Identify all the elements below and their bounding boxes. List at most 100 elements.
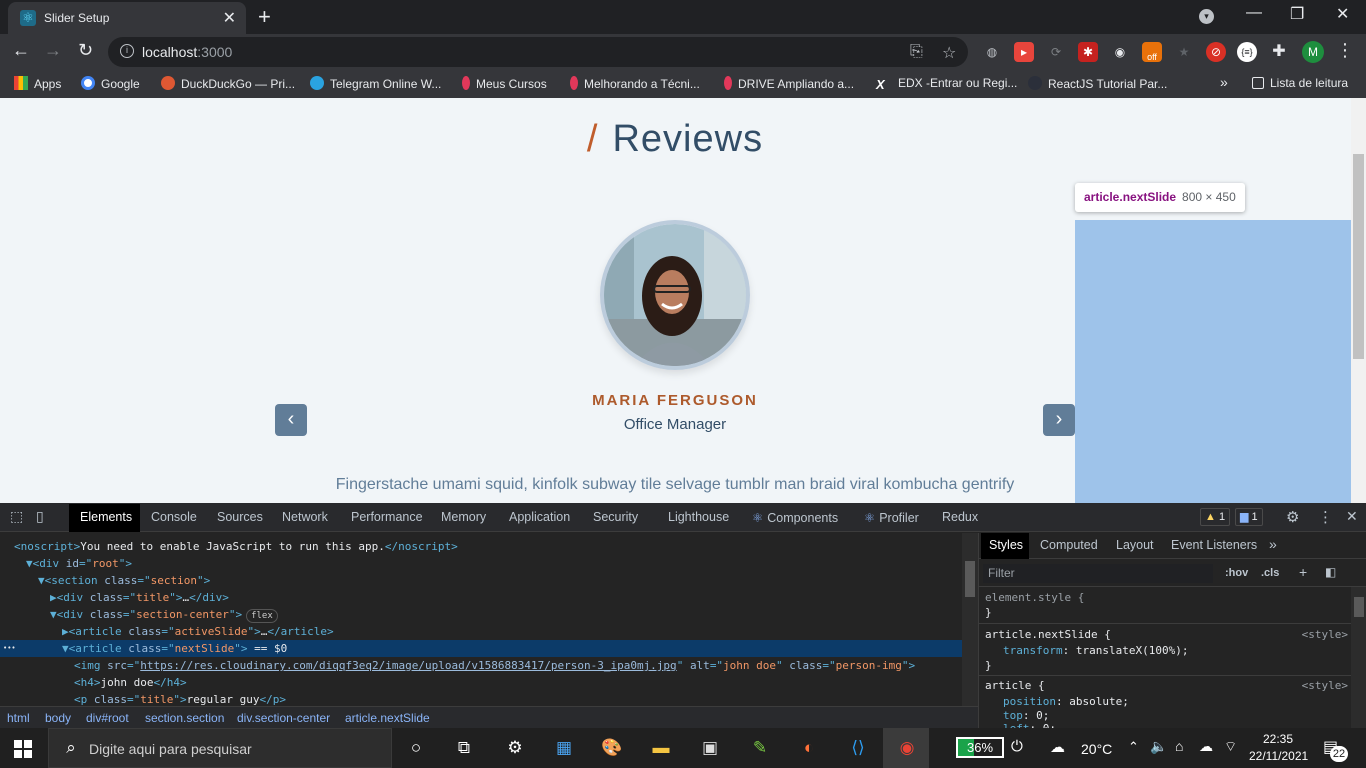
url-text[interactable]: localhost:3000: [142, 44, 232, 60]
style-declaration[interactable]: position: absolute;: [1003, 695, 1129, 708]
breadcrumb-root[interactable]: div#root: [86, 711, 129, 725]
scrollbar-thumb[interactable]: [965, 561, 975, 597]
tab-lighthouse[interactable]: Lighthouse: [668, 510, 729, 524]
bookmark-drive[interactable]: DRIVE Ampliando a...: [724, 76, 854, 91]
scrollbar-thumb[interactable]: [1353, 154, 1364, 359]
dom-node[interactable]: <p class="title">regular guy</p>: [0, 691, 962, 706]
breadcrumb-next-slide[interactable]: article.nextSlide: [345, 711, 430, 725]
vscode-icon[interactable]: ⟨⟩: [846, 736, 870, 760]
tab-search-icon[interactable]: ▾: [1199, 9, 1214, 24]
style-declaration[interactable]: top: 0;: [1003, 709, 1049, 722]
extension-off-icon[interactable]: off: [1142, 42, 1162, 62]
reload-button[interactable]: ↻: [78, 40, 93, 61]
firefox-icon[interactable]: ◐: [797, 736, 821, 760]
tab-event-listeners[interactable]: Event Listeners: [1171, 538, 1257, 552]
extension-puzzle-red-icon[interactable]: ✱: [1078, 42, 1098, 62]
extension-json-icon[interactable]: {≡}: [1237, 42, 1257, 62]
profile-avatar[interactable]: M: [1302, 41, 1324, 63]
onedrive-icon[interactable]: ☁: [1199, 738, 1213, 755]
bookmark-duckduckgo[interactable]: DuckDuckGo — Pri...: [161, 76, 295, 91]
extension-faded-icon[interactable]: ★: [1174, 42, 1194, 62]
scrollbar-thumb[interactable]: [1354, 597, 1364, 617]
tab-performance[interactable]: Performance: [351, 510, 423, 524]
devtools-menu-icon[interactable]: ⋮: [1318, 508, 1333, 526]
tab-profiler[interactable]: ⚛ Profiler: [864, 510, 919, 525]
settings-icon[interactable]: ⚙: [503, 736, 527, 760]
next-slide-button[interactable]: ›: [1043, 404, 1075, 436]
reading-list-button[interactable]: Lista de leitura: [1252, 76, 1348, 90]
style-rule-source[interactable]: <style>: [1302, 628, 1348, 641]
dom-node[interactable]: ▶<div class="title">…</div>: [0, 589, 962, 606]
bookmark-google[interactable]: Google: [81, 76, 140, 91]
new-rule-icon[interactable]: +: [1299, 564, 1307, 580]
site-info-icon[interactable]: i: [120, 44, 134, 58]
dom-tree-scrollbar[interactable]: [962, 533, 978, 706]
more-tabs-icon[interactable]: »: [1269, 536, 1277, 552]
clock-time[interactable]: 22:35: [1263, 732, 1293, 746]
windows-start-icon[interactable]: [14, 740, 32, 758]
dom-node[interactable]: ▼<section class="section">: [0, 572, 962, 589]
close-window-button[interactable]: ✕: [1336, 4, 1349, 24]
style-declaration[interactable]: transform: translateX(100%);: [1003, 644, 1188, 657]
network-icon[interactable]: ⌂: [1175, 738, 1183, 754]
messages-badge[interactable]: ▆ 1: [1235, 508, 1263, 526]
tab-sources[interactable]: Sources: [217, 510, 263, 524]
file-explorer-icon[interactable]: ▬: [649, 736, 673, 760]
style-rule-source[interactable]: <style>: [1302, 679, 1348, 692]
elements-dom-tree[interactable]: <noscript>You need to enable JavaScript …: [0, 533, 962, 706]
terminal-icon[interactable]: ▣: [698, 736, 722, 760]
extensions-puzzle-icon[interactable]: ✚: [1269, 42, 1289, 62]
tab-layout[interactable]: Layout: [1116, 538, 1154, 552]
dom-node-selected[interactable]: ••• ▼<article class="nextSlide"> == $0: [0, 640, 962, 657]
restore-button[interactable]: ❐: [1290, 4, 1304, 24]
dom-node[interactable]: ▼<div id="root">: [0, 555, 962, 572]
dom-node[interactable]: <h4>john doe</h4>: [0, 674, 962, 691]
wifi-icon[interactable]: ⌔: [1224, 738, 1237, 756]
dom-node[interactable]: ▼<div class="section-center"> flex: [0, 606, 962, 623]
prev-slide-button[interactable]: ‹: [275, 404, 307, 436]
chrome-icon[interactable]: ◉: [895, 736, 919, 760]
tab-security[interactable]: Security: [593, 510, 638, 524]
bookmark-meus-cursos[interactable]: Meus Cursos: [462, 76, 547, 91]
forward-button[interactable]: →: [44, 40, 62, 61]
tab-memory[interactable]: Memory: [441, 510, 486, 524]
breadcrumb-section[interactable]: section.section: [145, 711, 224, 725]
bookmark-apps[interactable]: Apps: [14, 76, 61, 91]
warnings-badge[interactable]: ▲ 1: [1200, 508, 1231, 526]
tab-network[interactable]: Network: [282, 510, 328, 524]
extension-globe-icon[interactable]: ◍: [982, 42, 1002, 62]
notes-app-icon[interactable]: ✎: [748, 736, 772, 760]
task-view-icon[interactable]: ⧉: [452, 736, 476, 760]
hov-toggle[interactable]: :hov: [1225, 567, 1248, 579]
styles-filter-input[interactable]: Filter: [983, 564, 1213, 583]
temperature-text[interactable]: 20°C: [1081, 741, 1112, 757]
devtools-close-icon[interactable]: ✕: [1346, 508, 1358, 525]
breadcrumb-section-center[interactable]: div.section-center: [237, 711, 330, 725]
tab-application[interactable]: Application: [509, 510, 570, 524]
tab-elements[interactable]: Elements: [80, 510, 132, 524]
tab-computed[interactable]: Computed: [1040, 538, 1098, 552]
tab-components[interactable]: ⚛ Components: [752, 510, 838, 525]
chrome-menu-icon[interactable]: ⋮: [1336, 40, 1354, 61]
bookmark-melhorando[interactable]: Melhorando a Técni...: [570, 76, 700, 91]
browser-tab[interactable]: ⚛ Slider Setup ✕: [8, 2, 246, 34]
new-tab-button[interactable]: +: [258, 4, 271, 30]
minimize-button[interactable]: —: [1246, 4, 1262, 22]
cortana-icon[interactable]: ○: [404, 736, 428, 760]
volume-icon[interactable]: 🔈: [1150, 738, 1167, 755]
dom-node[interactable]: ▶<article class="activeSlide">…</article…: [0, 623, 962, 640]
taskbar-search-input[interactable]: ⌕ Digite aqui para pesquisar: [48, 728, 392, 768]
tab-redux[interactable]: Redux: [942, 510, 978, 524]
extension-sync-icon[interactable]: ⟳: [1046, 42, 1066, 62]
tab-close-icon[interactable]: ✕: [223, 8, 236, 28]
tab-styles[interactable]: Styles: [989, 538, 1023, 552]
extension-record-icon[interactable]: ◉: [1110, 42, 1130, 62]
chevron-up-icon[interactable]: ⌃: [1128, 739, 1139, 755]
translate-icon[interactable]: ⎘: [910, 43, 923, 61]
bookmark-reactjs[interactable]: ReactJS Tutorial Par...: [1028, 76, 1167, 91]
tab-console[interactable]: Console: [151, 510, 197, 524]
calendar-app-icon[interactable]: ▦: [552, 736, 576, 760]
extension-video-icon[interactable]: ▸: [1014, 42, 1034, 62]
back-button[interactable]: ←: [12, 40, 30, 61]
bookmark-star-icon[interactable]: ☆: [942, 43, 956, 63]
